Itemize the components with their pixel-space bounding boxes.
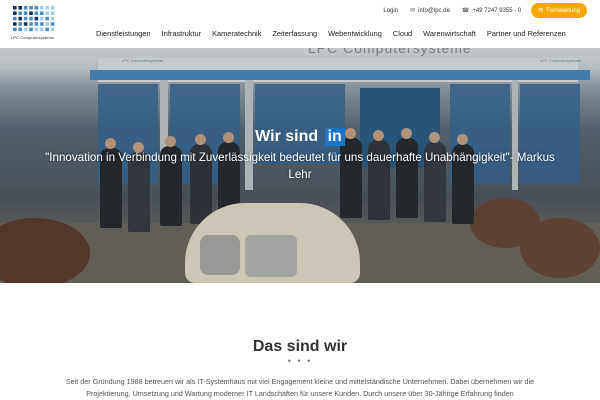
nav-item-warenwirtschaft[interactable]: Warenwirtschaft (423, 29, 476, 38)
hero-title-highlight: in (324, 128, 345, 146)
logo-dot (45, 27, 49, 32)
logo-dot (45, 6, 49, 10)
hero-title-text: Wir sind (255, 128, 319, 145)
logo-dot (23, 22, 28, 26)
logo-dot (18, 11, 22, 15)
logo-dot (18, 27, 22, 32)
login-link[interactable]: Login (383, 8, 398, 14)
logo-dot (18, 6, 22, 10)
phone-icon: ☎ (461, 8, 470, 14)
logo-dot (45, 16, 49, 21)
logo-dot (18, 16, 22, 21)
nav-item-kameratechnik[interactable]: Kameratechnik (212, 29, 261, 38)
logo-dot (40, 22, 44, 26)
logo-dot (29, 6, 33, 10)
top-bar: Login ✉ info@lpc.de ☎ +49 7247 9355 - 0 … (371, 2, 587, 19)
logo-dot (29, 22, 33, 26)
logo-dot (50, 16, 55, 21)
brand-name: LPC Computersysteme (11, 35, 55, 40)
logo-dot (50, 27, 55, 32)
logo-dot (34, 11, 39, 15)
fernwartung-label: Fernwartung (546, 7, 580, 14)
logo-dot (18, 22, 22, 26)
logo-dot (13, 16, 17, 21)
nav-item-dienstleistungen[interactable]: Dienstleistungen (96, 29, 151, 38)
logo-dot (34, 16, 39, 21)
hero-quote: "Innovation in Verbindung mit Zuverlässi… (45, 151, 555, 181)
main-nav: Dienstleistungen Infrastruktur Kameratec… (96, 29, 566, 38)
logo-dot (40, 6, 44, 10)
nav-item-zeiterfassung[interactable]: Zeiterfassung (272, 29, 317, 38)
logo-dot (13, 22, 17, 26)
fernwartung-button[interactable]: ✉ Fernwartung (531, 3, 587, 18)
logo-dot (23, 11, 28, 15)
email-label: info@lpc.de (418, 7, 450, 14)
hero-title: Wir sind in (0, 128, 600, 146)
logo-dot (40, 11, 44, 15)
title-divider-dots: • • • (287, 356, 313, 366)
logo-dot (13, 11, 17, 15)
logo-dot (50, 11, 55, 15)
phone-label: +49 7247 9355 - 0 (472, 7, 522, 14)
brand-logo[interactable]: LPC Computersysteme (11, 4, 61, 44)
logo-dot (50, 22, 55, 26)
envelope-icon: ✉ (538, 8, 544, 14)
email-link[interactable]: ✉ info@lpc.de (410, 7, 450, 15)
logo-dot (45, 22, 49, 26)
about-text: Seit der Gründung 1988 betreuen wir als … (65, 377, 535, 398)
logo-dot (34, 6, 39, 10)
login-label: Login (383, 7, 399, 14)
hero-banner: LPC Computersysteme LPC Computersysteme … (0, 48, 600, 283)
logo-dot (13, 6, 17, 10)
section-title: Das sind wir (252, 338, 348, 355)
logo-dot (34, 27, 39, 32)
logo-dot (50, 6, 55, 10)
phone-link[interactable]: ☎ +49 7247 9355 - 0 (461, 7, 522, 15)
nav-item-cloud[interactable]: Cloud (393, 29, 412, 38)
logo-dot (23, 27, 28, 32)
logo-dot (13, 27, 17, 32)
logo-dot (34, 22, 39, 26)
logo-dot (45, 11, 49, 15)
nav-item-webentwicklung[interactable]: Webentwicklung (328, 29, 382, 38)
logo-dot (29, 11, 33, 15)
nav-item-partner-referenzen[interactable]: Partner und Referenzen (487, 29, 566, 38)
logo-dot (23, 16, 28, 21)
logo-dots-icon (13, 6, 55, 32)
site-header: LPC Computersysteme Login ✉ info@lpc.de … (0, 0, 600, 48)
logo-dot (29, 27, 33, 32)
logo-dot (40, 27, 44, 32)
logo-dot (23, 6, 28, 10)
logo-dot (40, 16, 44, 21)
envelope-icon: ✉ (410, 8, 416, 14)
nav-item-infrastruktur[interactable]: Infrastruktur (162, 29, 201, 38)
logo-dot (29, 16, 33, 21)
